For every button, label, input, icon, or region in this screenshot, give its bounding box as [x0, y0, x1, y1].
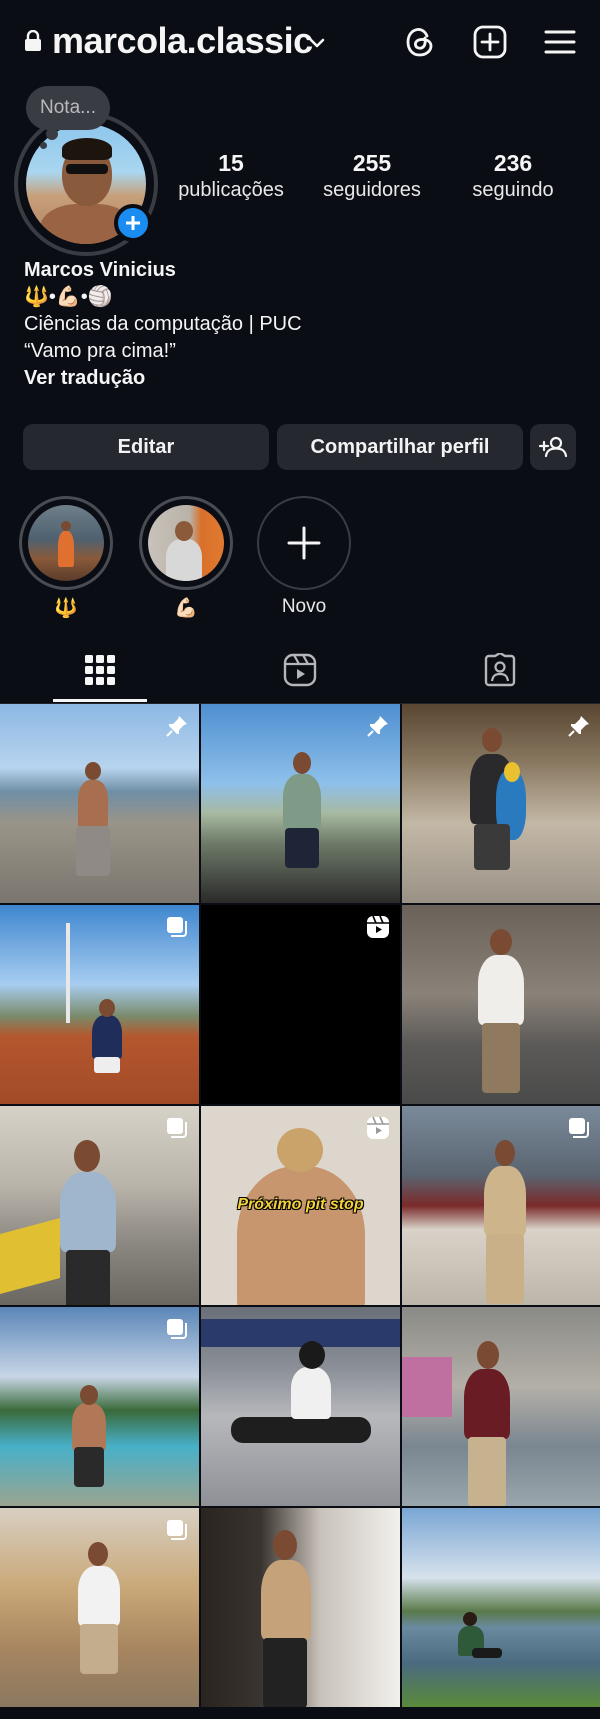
highlight-label: 🔱	[54, 598, 78, 619]
bio-emoji-line: 🔱•💪🏻•🏐	[24, 286, 113, 308]
avatar-photo-glasses	[66, 164, 108, 174]
grid-icon	[85, 655, 115, 685]
tagged-icon	[484, 653, 516, 687]
post-thumbnail[interactable]	[201, 1307, 400, 1506]
account-username[interactable]: marcola.classic	[52, 20, 313, 62]
new-highlight-button[interactable]: Novo	[256, 496, 352, 618]
add-story-plus-icon[interactable]	[114, 204, 152, 242]
carousel-icon	[167, 1520, 187, 1540]
bio-quote: “Vamo pra cima!”	[24, 340, 176, 362]
menu-icon[interactable]	[542, 24, 578, 60]
profile-name: Marcos Vinicius	[24, 259, 176, 281]
add-person-icon	[538, 436, 568, 458]
stat-following-count: 236	[493, 150, 533, 176]
profile-header: marcola.classic	[0, 0, 600, 86]
pin-icon	[367, 716, 388, 737]
create-post-icon[interactable]	[472, 24, 508, 60]
profile-tabs	[0, 640, 600, 704]
post-thumbnail[interactable]	[201, 1508, 400, 1707]
stat-posts-label: publicações	[178, 179, 284, 201]
discover-people-button[interactable]	[530, 424, 576, 470]
stat-followers-label: seguidores	[323, 179, 421, 201]
story-highlight[interactable]: 🔱	[18, 496, 114, 620]
carousel-icon	[569, 1118, 589, 1138]
see-translation-link[interactable]: Ver tradução	[24, 365, 302, 392]
post-thumbnail[interactable]	[402, 1106, 600, 1305]
bio-line: Ciências da computação | PUC	[24, 313, 302, 335]
reel-icon	[367, 1116, 389, 1139]
post-thumbnail[interactable]	[201, 905, 400, 1104]
post-thumbnail[interactable]	[0, 1106, 199, 1305]
reels-icon	[283, 653, 317, 687]
post-thumbnail[interactable]	[0, 905, 199, 1104]
carousel-icon	[167, 917, 187, 937]
avatar-photo-hair	[62, 138, 112, 160]
post-thumbnail[interactable]	[0, 1508, 199, 1707]
post-thumbnail[interactable]	[402, 1307, 600, 1506]
edit-profile-button[interactable]: Editar	[23, 424, 269, 470]
lock-icon	[25, 30, 41, 51]
post-thumbnail[interactable]	[0, 704, 199, 903]
note-bubble-dot-small	[40, 142, 47, 149]
post-thumbnail[interactable]	[402, 704, 600, 903]
new-highlight-ring	[257, 496, 351, 590]
post-thumbnail[interactable]	[0, 1307, 199, 1506]
stat-following-label: seguindo	[472, 179, 554, 201]
tab-reels[interactable]	[200, 640, 400, 704]
highlight-label: Novo	[281, 596, 327, 617]
chevron-down-icon[interactable]	[306, 32, 328, 54]
highlight-ring	[19, 496, 113, 590]
post-thumbnail[interactable]	[201, 704, 400, 903]
pin-icon	[166, 716, 187, 737]
post-thumbnail[interactable]: Próximo pit stop	[201, 1106, 400, 1305]
tab-posts-grid[interactable]	[0, 640, 200, 704]
stat-followers-count: 255	[352, 150, 392, 176]
active-tab-indicator	[53, 699, 147, 702]
stat-following[interactable]: 236 seguindo	[462, 150, 564, 202]
story-highlight[interactable]: 💪🏻	[138, 496, 234, 620]
reel-icon	[367, 915, 389, 938]
stat-posts-count: 15	[218, 150, 244, 176]
threads-icon[interactable]	[402, 24, 438, 60]
note-bubble[interactable]: Nota...	[26, 86, 110, 130]
post-thumbnail[interactable]	[402, 905, 600, 1104]
profile-bio: Marcos Vinicius 🔱•💪🏻•🏐 Ciências da compu…	[24, 257, 302, 392]
stat-followers[interactable]: 255 seguidores	[316, 150, 428, 202]
highlight-cover	[28, 505, 104, 581]
highlight-cover	[148, 505, 224, 581]
stat-posts[interactable]: 15 publicações	[174, 150, 288, 202]
post-caption-overlay: Próximo pit stop	[237, 1196, 364, 1213]
highlight-ring	[139, 496, 233, 590]
tab-tagged[interactable]	[400, 640, 600, 704]
highlight-label: 💪🏻	[174, 598, 198, 619]
share-profile-button[interactable]: Compartilhar perfil	[277, 424, 523, 470]
carousel-icon	[167, 1118, 187, 1138]
post-thumbnail[interactable]	[402, 1508, 600, 1707]
plus-icon	[287, 526, 321, 560]
carousel-icon	[167, 1319, 187, 1339]
pin-icon	[568, 716, 589, 737]
